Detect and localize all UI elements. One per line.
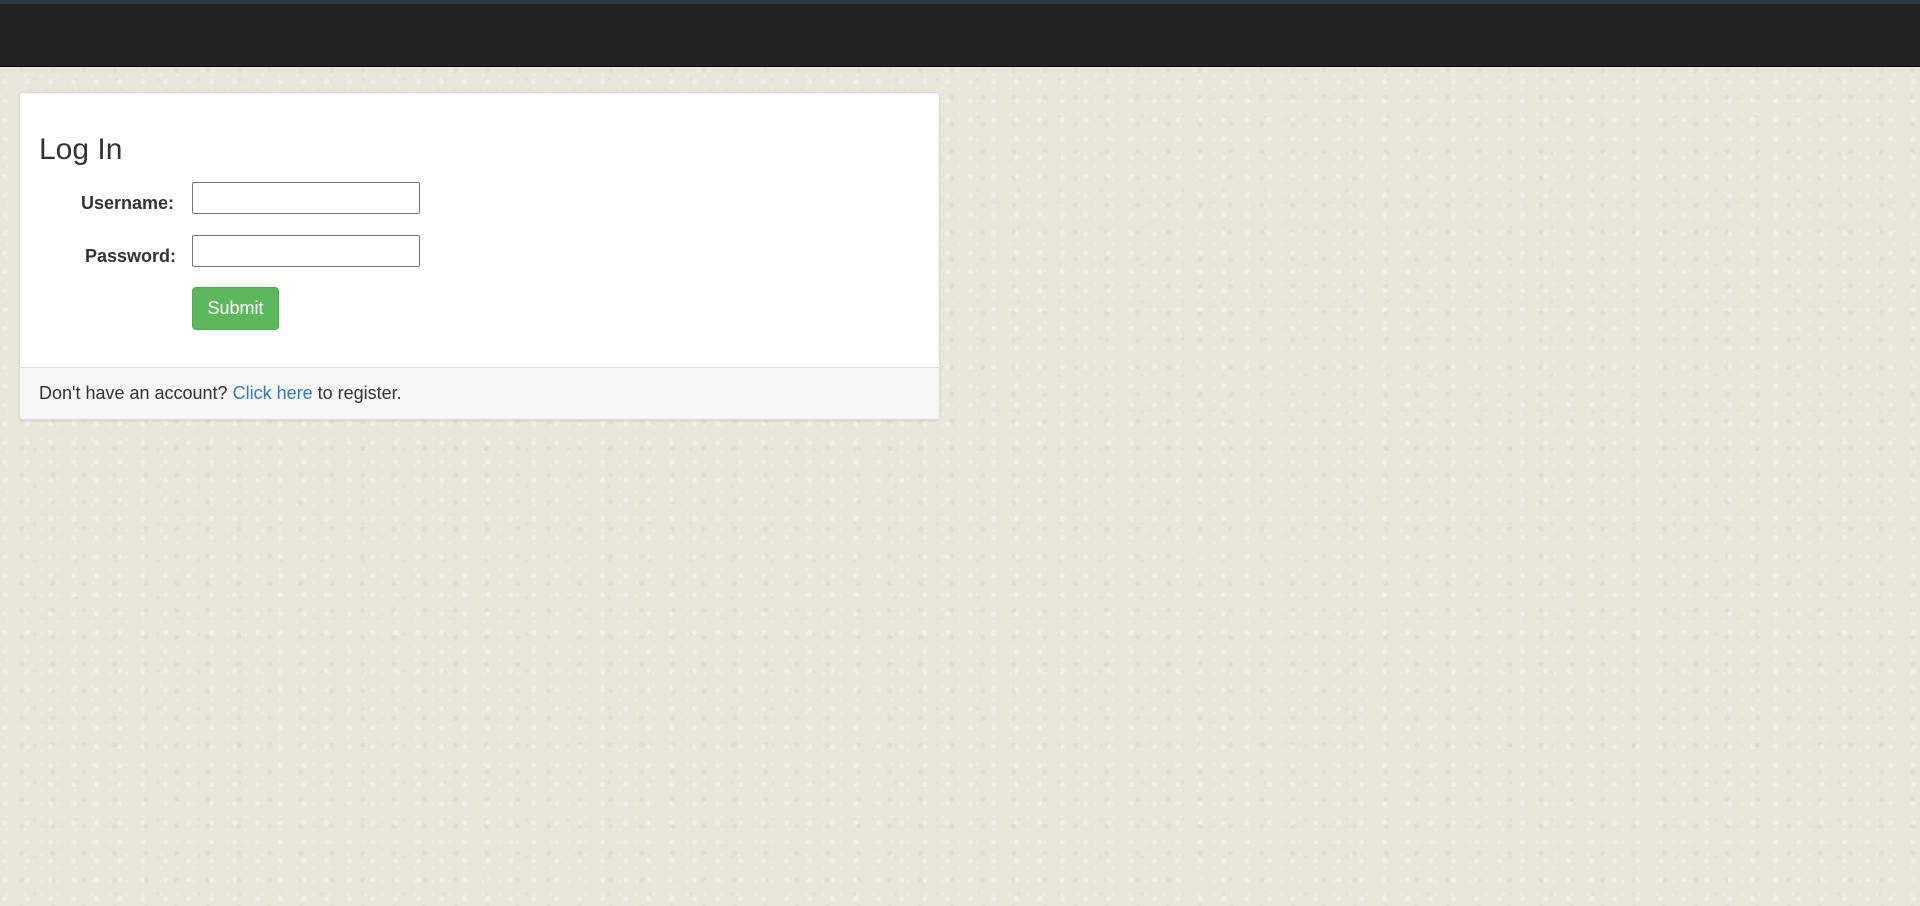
- top-navbar: [0, 0, 1920, 67]
- login-panel: Log In Username: Password: Submit Don't …: [19, 92, 940, 420]
- username-input[interactable]: [192, 182, 420, 214]
- login-panel-body: Log In Username: Password: Submit: [20, 93, 939, 368]
- page-title: Log In: [39, 133, 123, 166]
- submit-button[interactable]: Submit: [192, 287, 279, 330]
- password-label: Password:: [84, 246, 176, 266]
- register-prompt-text: Don't have an account?: [39, 383, 228, 403]
- password-input[interactable]: [192, 235, 420, 267]
- login-panel-footer: Don't have an account? Click here to reg…: [20, 367, 939, 419]
- register-suffix-text: to register.: [317, 383, 402, 403]
- username-label: Username:: [80, 193, 174, 213]
- register-link[interactable]: Click here: [233, 383, 313, 403]
